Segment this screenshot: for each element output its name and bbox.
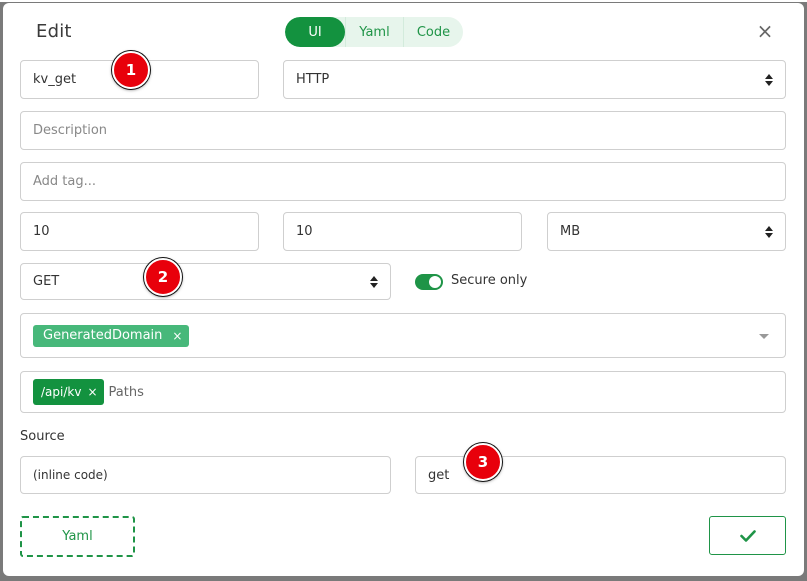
paths-placeholder: Paths	[108, 384, 144, 400]
chevron-down-icon[interactable]	[759, 333, 769, 339]
select-arrows-icon	[370, 275, 378, 288]
size-a-value: 10	[33, 224, 50, 239]
annotation-badge-1: 1	[112, 51, 150, 89]
domains-select[interactable]: GeneratedDomain ×	[20, 313, 786, 358]
yaml-button[interactable]: Yaml	[20, 516, 135, 557]
tag-input[interactable]: Add tag...	[20, 162, 786, 201]
size-input-a[interactable]: 10	[20, 212, 259, 251]
modal-title: Edit	[36, 21, 72, 42]
annotation-badge-2: 2	[144, 258, 182, 296]
domain-chip: GeneratedDomain ×	[33, 324, 190, 347]
tab-ui[interactable]: UI	[285, 17, 345, 47]
description-input[interactable]: Description	[20, 111, 786, 150]
remove-path-icon[interactable]: ×	[87, 385, 97, 399]
type-value: HTTP	[296, 72, 330, 87]
size-unit-value: MB	[560, 224, 581, 239]
background-page	[0, 0, 807, 2]
path-chip: /api/kv ×	[33, 379, 104, 405]
close-icon[interactable]: ×	[755, 21, 775, 41]
path-chip-label: /api/kv	[41, 385, 82, 399]
remove-domain-icon[interactable]: ×	[172, 329, 182, 343]
method-value: GET	[33, 274, 60, 289]
select-arrows-icon	[765, 225, 773, 238]
check-icon	[739, 529, 756, 542]
edit-modal: Edit UI Yaml Code × kv_get HTTP Descript…	[3, 3, 804, 576]
annotation-badge-3: 3	[464, 443, 502, 481]
tag-placeholder: Add tag...	[33, 174, 97, 189]
description-placeholder: Description	[33, 123, 108, 138]
tab-yaml[interactable]: Yaml	[345, 17, 403, 47]
source-kind-value: (inline code)	[33, 468, 108, 482]
tab-code[interactable]: Code	[403, 17, 463, 47]
size-input-b[interactable]: 10	[283, 212, 522, 251]
domain-chip-label: GeneratedDomain	[43, 328, 163, 343]
method-select[interactable]: GET	[20, 263, 391, 300]
source-label: Source	[20, 429, 65, 444]
secure-only-label: Secure only	[451, 273, 528, 288]
type-select[interactable]: HTTP	[283, 60, 786, 99]
view-switcher: UI Yaml Code	[285, 17, 463, 47]
size-unit-select[interactable]: MB	[547, 212, 786, 251]
toggle-knob	[429, 276, 441, 288]
source-kind-select[interactable]: (inline code)	[20, 456, 391, 494]
secure-only-toggle[interactable]	[415, 274, 443, 290]
size-b-value: 10	[296, 224, 313, 239]
confirm-button[interactable]	[709, 516, 786, 555]
paths-input[interactable]: /api/kv × Paths	[20, 371, 786, 413]
select-arrows-icon	[765, 73, 773, 86]
